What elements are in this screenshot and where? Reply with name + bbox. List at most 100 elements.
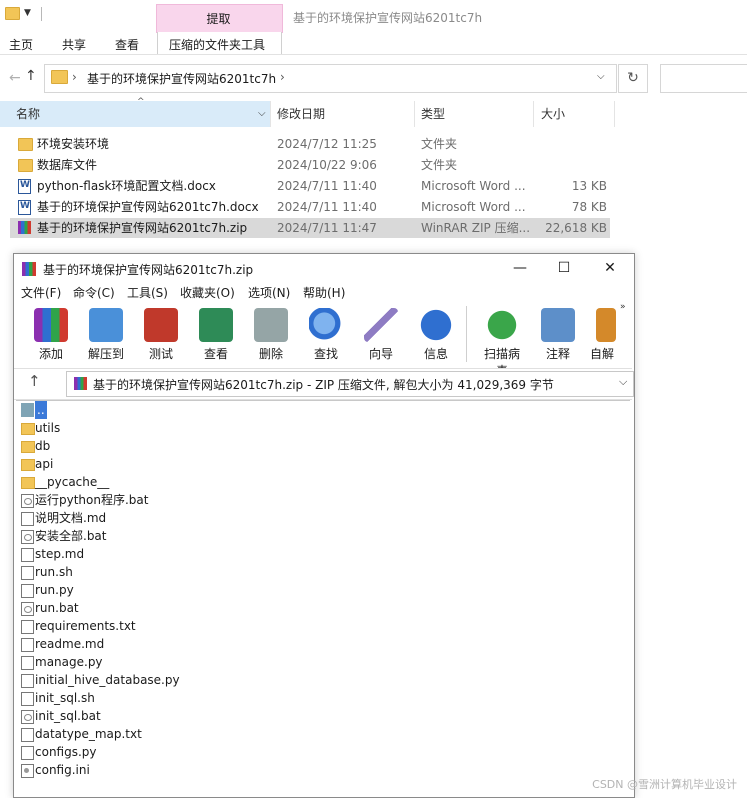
batch-file-icon (21, 494, 34, 508)
breadcrumb[interactable]: 基于的环境保护宣传网站6201tc7h (87, 70, 276, 87)
menu-help[interactable]: 帮助(H) (303, 284, 345, 301)
toolbar-view-button[interactable]: 查看 (194, 303, 238, 362)
breadcrumb-chevron-icon[interactable]: › (72, 70, 77, 84)
column-divider[interactable] (533, 101, 534, 127)
file-name: 环境安装环境 (37, 137, 110, 151)
toolbar-label: 向导 (368, 347, 393, 361)
item-name: utils (35, 421, 61, 435)
settings-file-icon (21, 764, 34, 778)
file-date: 2024/7/11 11:47 (277, 221, 377, 235)
item-name: datatype_map.txt (35, 727, 142, 741)
folder-icon (21, 477, 35, 489)
winrar-archive-icon (18, 221, 31, 234)
chevron-down-icon[interactable]: ⌵ (597, 71, 605, 82)
toolbar-comment-button[interactable]: 注释 (536, 303, 580, 362)
column-divider[interactable] (614, 101, 615, 127)
back-arrow-icon[interactable]: ← (9, 70, 21, 86)
menu-file[interactable]: 文件(F) (21, 284, 61, 301)
toolbar-label: 查看 (203, 347, 228, 361)
column-header-name-bg (0, 101, 270, 127)
toolbar-info-button[interactable]: 信息 (414, 303, 458, 362)
file-icon (21, 548, 34, 562)
test-clipboard-icon (144, 308, 178, 342)
refresh-button[interactable]: ↻ (618, 64, 648, 93)
folder-icon (21, 423, 35, 435)
toolbar-wizard-button[interactable]: 向导 (359, 303, 403, 362)
extract-folder-icon (89, 308, 123, 342)
item-name: api (35, 457, 54, 471)
toolbar-label: 注释 (545, 347, 570, 361)
column-divider[interactable] (414, 101, 415, 127)
batch-file-icon (21, 530, 34, 544)
winrar-icon (22, 262, 36, 276)
file-type: Microsoft Word ... (421, 200, 526, 214)
file-row[interactable]: 基于的环境保护宣传网站6201tc7h.docx 2024/7/11 11:40… (10, 197, 610, 217)
toolbar-sfx-button[interactable]: 自解 (584, 303, 620, 362)
chevron-down-icon[interactable]: ⌵ (258, 108, 266, 119)
file-icon (21, 620, 34, 634)
add-archive-icon (34, 308, 68, 342)
file-row[interactable]: python-flask环境配置文档.docx 2024/7/11 11:40 … (10, 176, 610, 196)
file-name: 数据库文件 (37, 158, 98, 172)
item-name: readme.md (35, 637, 105, 651)
tab-view[interactable]: 查看 (115, 36, 139, 53)
file-icon (21, 566, 34, 580)
comment-icon (541, 308, 575, 342)
folder-icon[interactable] (5, 7, 20, 20)
toolbar-test-button[interactable]: 测试 (139, 303, 183, 362)
tab-share[interactable]: 共享 (62, 36, 86, 53)
toolbar-add-button[interactable]: 添加 (29, 303, 73, 362)
file-type: 文件夹 (421, 158, 458, 172)
column-header-date[interactable]: 修改日期 (277, 101, 325, 127)
up-arrow-icon[interactable]: ↑ (25, 68, 37, 84)
breadcrumb-chevron-icon[interactable]: › (280, 70, 285, 84)
file-row[interactable]: 环境安装环境 2024/7/12 11:25 文件夹 (10, 134, 610, 154)
file-size: 22,618 KB (545, 221, 607, 235)
file-icon (21, 746, 34, 760)
toolbar-label: 测试 (148, 347, 173, 361)
menu-options[interactable]: 选项(N) (248, 284, 290, 301)
file-type: 文件夹 (421, 137, 458, 151)
column-header-name[interactable]: 名称 (16, 101, 40, 127)
item-name: config.ini (35, 763, 90, 777)
item-name: requirements.txt (35, 619, 136, 633)
item-name: init_sql.sh (35, 691, 95, 705)
close-button[interactable]: ✕ (595, 257, 625, 279)
up-arrow-icon[interactable]: ↑ (28, 372, 41, 390)
item-name: run.bat (35, 601, 79, 615)
column-header-type[interactable]: 类型 (421, 101, 445, 127)
batch-file-icon (21, 602, 34, 616)
sort-ascending-icon: ^ (137, 97, 145, 107)
menu-commands[interactable]: 命令(C) (73, 284, 115, 301)
file-date: 2024/7/12 11:25 (277, 137, 377, 151)
item-name: 安装全部.bat (35, 529, 107, 543)
file-date: 2024/7/11 11:40 (277, 200, 377, 214)
context-tab-extract[interactable]: 提取 (156, 10, 281, 27)
minimize-button[interactable]: — (505, 257, 535, 279)
file-name: python-flask环境配置文档.docx (37, 179, 216, 193)
toolbar-extract-button[interactable]: 解压到 (84, 303, 128, 362)
file-row-selected[interactable]: 基于的环境保护宣传网站6201tc7h.zip 2024/7/11 11:47 … (10, 218, 610, 238)
column-header-size[interactable]: 大小 (541, 101, 565, 127)
file-type: WinRAR ZIP 压缩... (421, 221, 531, 235)
tab-home[interactable]: 主页 (9, 36, 33, 53)
file-row[interactable]: 数据库文件 2024/10/22 9:06 文件夹 (10, 155, 610, 175)
toolbar-delete-button[interactable]: 删除 (249, 303, 293, 362)
file-size: 13 KB (571, 179, 607, 193)
menu-tools[interactable]: 工具(S) (127, 284, 168, 301)
toolbar-find-button[interactable]: 查找 (304, 303, 348, 362)
file-icon (21, 692, 34, 706)
column-divider[interactable] (270, 101, 271, 127)
tab-compressed-folder-tools[interactable]: 压缩的文件夹工具 (169, 36, 265, 53)
sfx-icon (596, 308, 616, 342)
file-date: 2024/7/11 11:40 (277, 179, 377, 193)
chevron-down-icon[interactable]: ⌵ (619, 375, 627, 389)
folder-icon (21, 441, 35, 453)
menu-favorites[interactable]: 收藏夹(O) (180, 284, 235, 301)
file-date: 2024/10/22 9:06 (277, 158, 377, 172)
toolbar-overflow-icon[interactable]: » (620, 302, 626, 312)
quick-access-dropdown-icon[interactable]: ▼ (24, 8, 31, 18)
ribbon-divider (0, 54, 747, 55)
search-input[interactable] (660, 64, 747, 93)
maximize-button[interactable]: ☐ (549, 257, 579, 279)
